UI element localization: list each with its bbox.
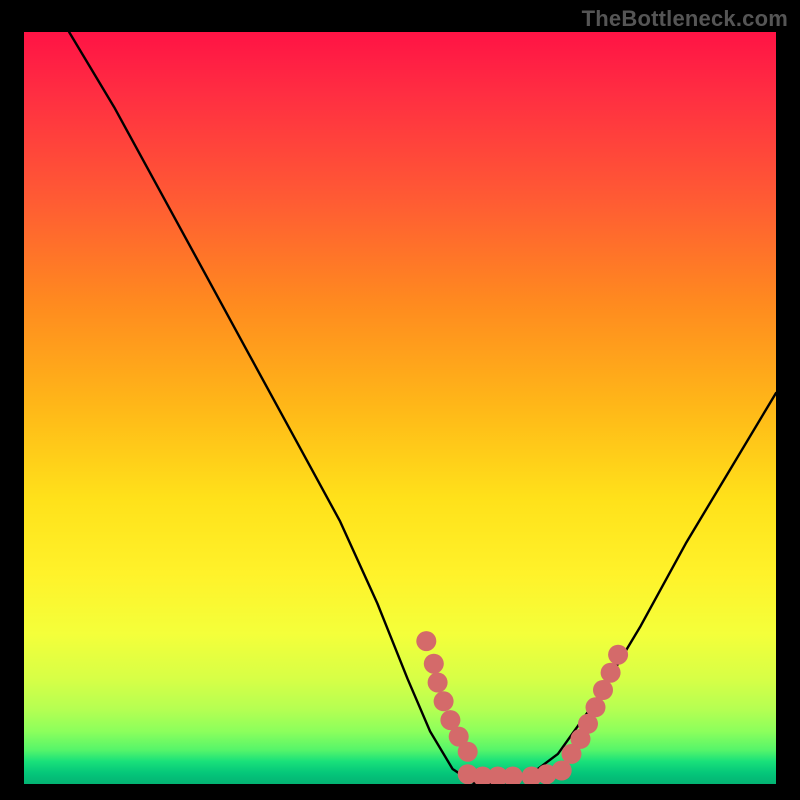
curve-layer <box>24 32 776 784</box>
marker-dot <box>586 697 606 717</box>
marker-dot <box>458 742 478 762</box>
watermark-label: TheBottleneck.com <box>582 6 788 32</box>
marker-dot <box>601 663 621 683</box>
marker-dot <box>416 631 436 651</box>
marker-dot <box>593 680 613 700</box>
marker-dot <box>424 654 444 674</box>
marker-dot <box>434 691 454 711</box>
marker-dot <box>608 645 628 665</box>
chart-root: TheBottleneck.com <box>0 0 800 800</box>
bottleneck-curve <box>69 32 776 784</box>
marker-dot <box>428 673 448 693</box>
marker-dot <box>503 767 523 785</box>
plot-area <box>24 32 776 784</box>
